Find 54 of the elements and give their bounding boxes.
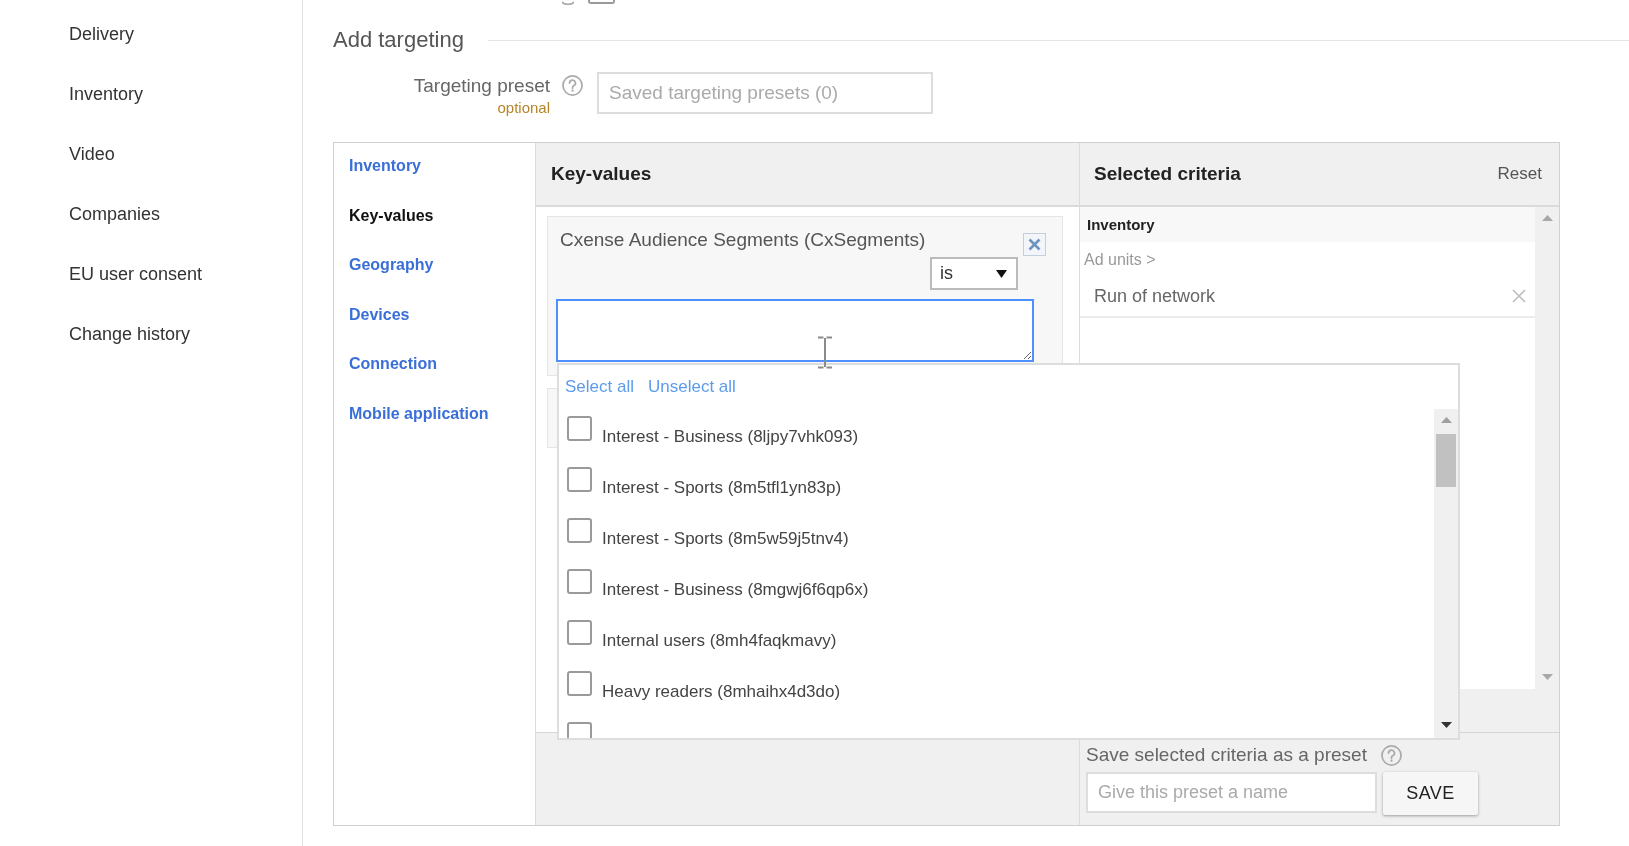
checkbox[interactable] (588, 0, 615, 4)
field-label: Save selected criteria as a preset (1086, 744, 1367, 766)
arrow-up-icon[interactable] (1541, 215, 1553, 221)
remove-button[interactable] (1023, 233, 1046, 256)
remove-icon[interactable] (1512, 289, 1526, 303)
operator-select[interactable]: is (930, 257, 1018, 290)
checkbox[interactable] (567, 722, 592, 738)
save-button[interactable]: SAVE (1383, 772, 1478, 815)
option-label[interactable]: Heavy readers (8mhaihx4d3do) (602, 682, 841, 702)
arrow-down-icon[interactable] (1440, 722, 1452, 728)
scrollbar-thumb[interactable] (1436, 434, 1456, 487)
column-title: Selected criteria (1094, 161, 1241, 186)
sidebar-link[interactable]: EU user consent (69, 262, 203, 286)
option-label[interactable]: Interest - Business (8ljpy7vhk093) (602, 427, 859, 447)
criterion-title: Cxense Audience Segments (CxSegments) (560, 228, 927, 252)
option-label[interactable]: Interest - Sports (8m5tfl1yn83p) (602, 478, 842, 498)
checkbox[interactable] (567, 671, 592, 696)
checkbox[interactable] (567, 467, 592, 492)
category-tab[interactable]: Connection (349, 354, 437, 374)
caret-icon (996, 269, 1007, 278)
checkbox[interactable] (567, 620, 592, 645)
group-header: Inventory (1080, 207, 1535, 242)
sidebar-link[interactable]: Video (69, 142, 115, 166)
criteria-item: Run of network (1094, 284, 1216, 308)
preset-field[interactable]: Saved targeting presets (0) (597, 72, 933, 114)
help-icon[interactable] (562, 0, 574, 5)
option-label[interactable]: Interest - Sports (8m5w59j5tnv4) (602, 529, 849, 549)
section-title: Add targeting (333, 26, 464, 54)
column-title: Key-values (551, 161, 652, 186)
checkbox[interactable] (567, 416, 592, 441)
sidebar-link[interactable]: Change history (69, 322, 191, 346)
category-tab[interactable]: Geography (349, 255, 434, 275)
field-label: Targeting preset (412, 75, 550, 97)
option-label[interactable]: Interest - Business (8mgwj6f6qp6x) (602, 580, 869, 600)
help-icon[interactable] (562, 75, 583, 96)
checkbox[interactable] (567, 518, 592, 543)
arrow-up-icon[interactable] (1440, 417, 1452, 423)
optional-hint: optional (496, 99, 550, 117)
text-cursor-icon (817, 336, 833, 369)
close-icon (1028, 238, 1041, 251)
option-label[interactable]: Internal users (8mh4faqkmavy) (602, 631, 837, 651)
reset-link[interactable]: Reset (1497, 161, 1542, 187)
sidebar-link[interactable]: Delivery (69, 22, 134, 46)
value-field[interactable] (556, 299, 1034, 362)
preset-name-field[interactable]: Give this preset a name (1086, 772, 1377, 813)
category-tab[interactable]: Key-values (349, 205, 434, 226)
sidebar-link[interactable]: Inventory (69, 82, 144, 106)
category-tab[interactable]: Devices (349, 304, 410, 325)
sidebar-link[interactable]: Companies (69, 202, 161, 226)
category-tab[interactable]: Inventory (349, 156, 421, 176)
help-icon[interactable] (1380, 744, 1402, 766)
scrollbar[interactable] (1434, 409, 1458, 738)
category-tab[interactable]: Mobile application (349, 403, 489, 424)
checkbox[interactable] (567, 569, 592, 594)
